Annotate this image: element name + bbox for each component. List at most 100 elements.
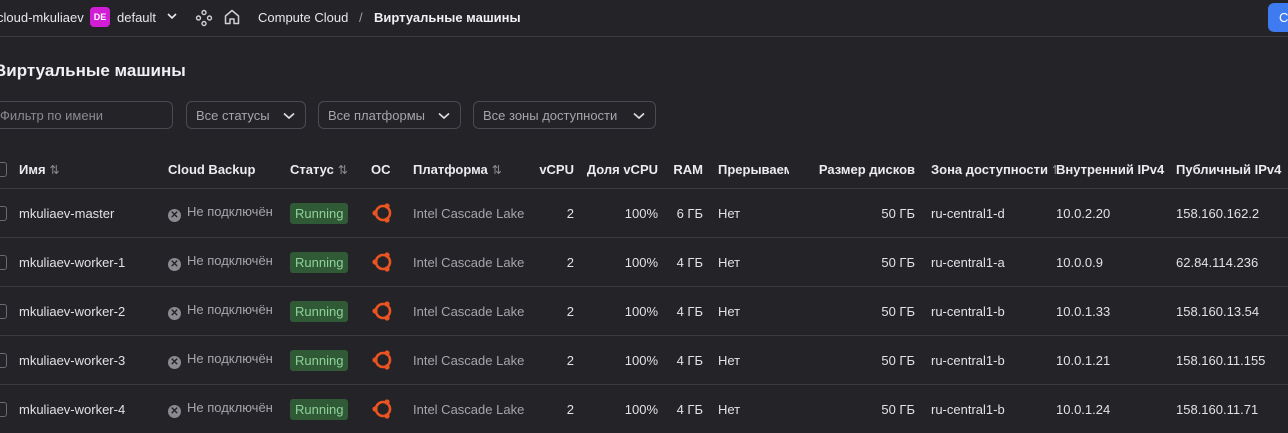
select-all-checkbox[interactable] <box>0 162 7 177</box>
column-header-zone[interactable]: Зона доступности⇅ <box>915 150 1056 189</box>
sort-icon[interactable]: ⇅ <box>492 163 502 177</box>
row-select-cell[interactable] <box>0 336 19 385</box>
row-checkbox[interactable] <box>0 304 7 319</box>
column-header-name-label: Имя <box>19 162 46 177</box>
backup-status: Не подключён <box>187 351 273 366</box>
status-badge: Running <box>290 399 348 420</box>
column-header-status-label: Статус <box>290 162 334 177</box>
public-ip: 158.160.11.155 <box>1176 336 1288 385</box>
table-row[interactable]: mkuliaev-worker-2✕Не подключёнRunning Int… <box>0 287 1288 336</box>
row-select-cell[interactable] <box>0 189 19 238</box>
row-select-cell[interactable] <box>0 385 19 433</box>
select-all-cell[interactable] <box>0 150 19 189</box>
disconnected-icon: ✕ <box>168 258 181 271</box>
status-badge: Running <box>290 350 348 371</box>
disconnected-icon: ✕ <box>168 405 181 418</box>
row-select-cell[interactable] <box>0 238 19 287</box>
internal-ip: 10.0.1.21 <box>1056 336 1176 385</box>
preemptible: Нет <box>703 336 789 385</box>
vm-name[interactable]: mkuliaev-worker-2 <box>19 287 168 336</box>
sort-icon[interactable]: ⇅ <box>50 163 60 177</box>
table-row[interactable]: mkuliaev-worker-1✕Не подключёнRunningInt… <box>0 238 1288 287</box>
services-icon[interactable] <box>195 9 213 30</box>
table-row[interactable]: mkuliaev-worker-4✕Не подключёнRunningInt… <box>0 385 1288 433</box>
os-cell <box>371 385 413 433</box>
ram: 4 ГБ <box>658 287 703 336</box>
row-checkbox[interactable] <box>0 402 7 417</box>
table-row[interactable]: mkuliaev-worker-3✕Не подключёнRunning Int… <box>0 336 1288 385</box>
folder-name[interactable]: default <box>117 10 156 25</box>
os-cell <box>371 287 413 336</box>
sort-icon[interactable]: ⇅ <box>338 163 348 177</box>
status-cell: Running <box>290 238 371 287</box>
preemptible: Нет <box>703 287 789 336</box>
zone-filter-value: Все зоны доступности <box>483 108 617 123</box>
backup-cell: ✕Не подключён <box>168 336 290 385</box>
zone: ru-central1-d <box>915 189 1056 238</box>
zone: ru-central1-b <box>915 385 1056 433</box>
platform: Intel Cascade Lake <box>413 287 530 336</box>
platform: Intel Cascade Lake <box>413 189 530 238</box>
vcpu: 2 <box>530 189 574 238</box>
column-header-platform[interactable]: Платформа⇅ <box>413 150 530 189</box>
row-checkbox[interactable] <box>0 255 7 270</box>
public-ip: 158.160.13.54 <box>1176 287 1288 336</box>
platform: Intel Cascade Lake <box>413 336 530 385</box>
row-select-cell[interactable] <box>0 287 19 336</box>
home-icon[interactable] <box>223 8 241 29</box>
platform-filter-select[interactable]: Все платформы <box>318 101 461 129</box>
platform: Intel Cascade Lake <box>413 238 530 287</box>
vcpu: 2 <box>530 336 574 385</box>
disk-size: 50 ГБ <box>789 336 915 385</box>
status-filter-select[interactable]: Все статусы <box>186 101 306 129</box>
column-header-backup: Cloud Backup <box>168 150 290 189</box>
cpu-share: 100% <box>574 385 658 433</box>
vm-name[interactable]: mkuliaev-worker-4 <box>19 385 168 433</box>
ubuntu-icon <box>371 299 395 323</box>
row-checkbox[interactable] <box>0 353 7 368</box>
create-vm-button[interactable]: Создать <box>1268 3 1288 32</box>
folder-badge[interactable]: DE <box>90 7 110 27</box>
public-ip: 158.160.11.71 <box>1176 385 1288 433</box>
table-header-row: Имя⇅ Cloud Backup Статус⇅ ОС Платформа⇅ … <box>0 150 1288 189</box>
internal-ip: 10.0.1.33 <box>1056 287 1176 336</box>
table-row[interactable]: mkuliaev-master✕Не подключёнRunningIntel… <box>0 189 1288 238</box>
column-header-disk: Размер дисков <box>789 150 915 189</box>
vm-name[interactable]: mkuliaev-worker-1 <box>19 238 168 287</box>
column-header-public-ip: Публичный IPv4 <box>1176 150 1288 189</box>
platform: Intel Cascade Lake <box>413 385 530 433</box>
breadcrumb-service[interactable]: Compute Cloud <box>258 10 348 25</box>
row-checkbox[interactable] <box>0 206 7 221</box>
disk-size: 50 ГБ <box>789 238 915 287</box>
cpu-share: 100% <box>574 189 658 238</box>
chevron-down-icon <box>438 112 450 120</box>
vcpu: 2 <box>530 238 574 287</box>
vcpu: 2 <box>530 287 574 336</box>
column-header-name[interactable]: Имя ⇅ <box>19 150 168 189</box>
ubuntu-icon <box>371 397 395 421</box>
zone-filter-select[interactable]: Все зоны доступности <box>473 101 656 129</box>
cpu-share: 100% <box>574 238 658 287</box>
preemptible: Нет <box>703 238 789 287</box>
vm-table: Имя⇅ Cloud Backup Статус⇅ ОС Платформа⇅ … <box>0 150 1288 433</box>
backup-cell: ✕Не подключён <box>168 287 290 336</box>
column-header-cpu-share: Доля vCPU <box>574 150 658 189</box>
cloud-name[interactable]: cloud-mkuliaev <box>0 10 84 25</box>
column-header-internal-ip: Внутренний IPv4 <box>1056 150 1176 189</box>
backup-status: Не подключён <box>187 302 273 317</box>
vm-name[interactable]: mkuliaev-worker-3 <box>19 336 168 385</box>
name-filter-input[interactable] <box>0 101 173 129</box>
ram: 6 ГБ <box>658 189 703 238</box>
public-ip: 158.160.162.2 <box>1176 189 1288 238</box>
chevron-down-icon <box>283 112 295 120</box>
chevron-down-icon[interactable] <box>166 10 178 25</box>
disconnected-icon: ✕ <box>168 209 181 222</box>
status-cell: Running <box>290 189 371 238</box>
status-badge: Running <box>290 203 348 224</box>
page-title: Виртуальные машины <box>0 61 186 81</box>
column-header-status[interactable]: Статус ⇅ <box>290 150 371 189</box>
ubuntu-icon <box>371 201 395 225</box>
status-cell: Running <box>290 287 371 336</box>
disk-size: 50 ГБ <box>789 189 915 238</box>
vm-name[interactable]: mkuliaev-master <box>19 189 168 238</box>
